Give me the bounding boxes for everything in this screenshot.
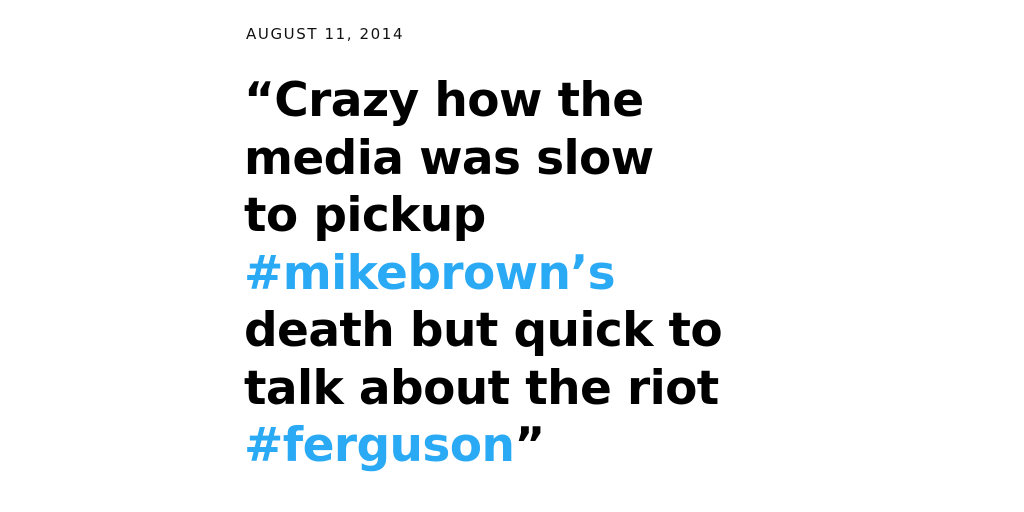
quote-text: “Crazy how the media was slow to pickup … [244,72,984,475]
quote-line-3: to pickup [244,188,486,243]
post-date: AUGUST 11, 2014 [246,25,405,43]
quote-line-5: death but quick to [244,303,723,358]
hashtag-ferguson: #ferguson [244,418,515,473]
quote-line-2: media was slow [244,130,654,186]
closing-quote-mark: ” [514,418,545,473]
quote-line-1: “Crazy how the [244,73,644,128]
hashtag-mikebrown: #mikebrown’s [244,245,616,301]
quote-line-6: talk about the riot [244,360,719,416]
quote-line-7: #ferguson” [244,417,984,475]
quote-card: AUGUST 11, 2014 “Crazy how the media was… [0,0,1024,512]
